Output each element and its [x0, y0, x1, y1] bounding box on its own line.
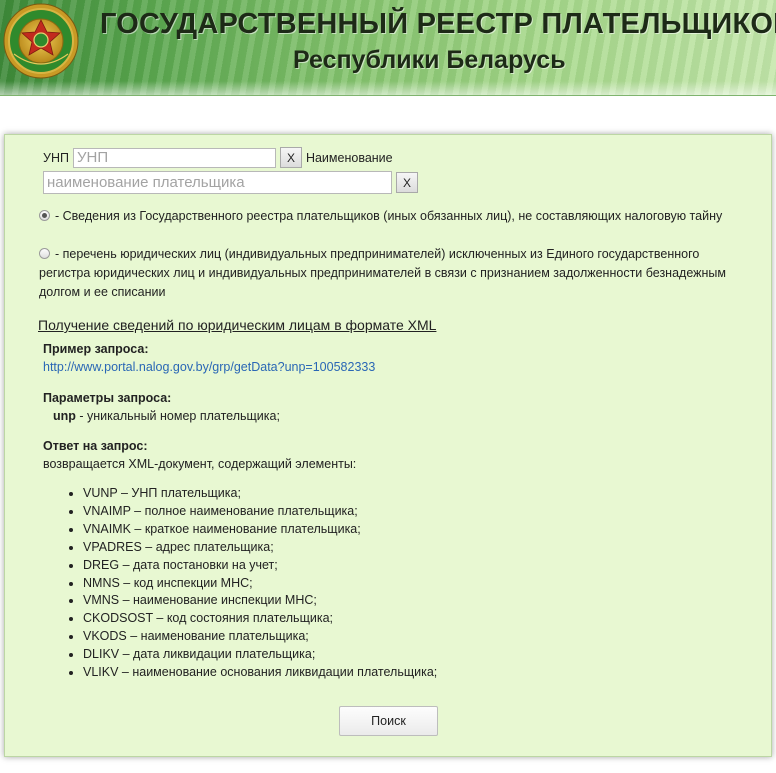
page-title: ГОСУДАРСТВЕННЫЙ РЕЕСТР ПЛАТЕЛЬЩИКОВ	[100, 8, 776, 40]
radio-excluded[interactable]	[39, 248, 50, 259]
list-item: DREG – дата постановки на учет;	[83, 557, 437, 575]
unp-clear-button[interactable]: X	[279, 147, 302, 168]
radio-option-registry[interactable]: - Сведения из Государственного реестра п…	[39, 207, 739, 226]
list-item: VLIKV – наименование основания ликвидаци…	[83, 664, 437, 682]
name-label: Наименование	[305, 150, 393, 165]
unp-label: УНП	[43, 150, 69, 165]
search-panel: УНП X Наименование X - Сведения из Госуд…	[4, 134, 772, 757]
list-item: VMNS – наименование инспекции МНС;	[83, 592, 437, 610]
page-subtitle: Республики Беларусь	[293, 46, 566, 74]
radio-excluded-label: - перечень юридических лиц (индивидуальн…	[39, 247, 726, 299]
response-elements-list: VUNP – УНП плательщика; VNAIMP – полное …	[43, 485, 437, 682]
xml-info-link[interactable]: Получение сведений по юридическим лицам …	[38, 317, 436, 333]
radio-registry-label: - Сведения из Государственного реестра п…	[55, 209, 723, 223]
list-item: VNAIMP – полное наименование плательщика…	[83, 503, 437, 521]
name-clear-button[interactable]: X	[396, 172, 418, 193]
list-item: VUNP – УНП плательщика;	[83, 485, 437, 503]
list-item: CKODSOST – код состояния плательщика;	[83, 610, 437, 628]
list-item: VKODS – наименование плательщика;	[83, 628, 437, 646]
radio-option-excluded[interactable]: - перечень юридических лиц (индивидуальн…	[39, 245, 739, 302]
search-button[interactable]: Поиск	[339, 706, 438, 736]
param-description: - уникальный номер плательщика;	[75, 409, 280, 423]
name-input[interactable]	[43, 171, 392, 194]
radio-registry[interactable]	[39, 210, 50, 221]
unp-input[interactable]	[72, 147, 276, 168]
list-item: VPADRES – адрес плательщика;	[83, 539, 437, 557]
unp-row: УНП X Наименование	[43, 147, 393, 168]
tax-emblem-icon	[3, 3, 79, 79]
response-description: возвращается XML-документ, содержащий эл…	[43, 457, 357, 471]
response-heading: Ответ на запрос:	[43, 439, 148, 453]
param-name: unp	[53, 409, 76, 423]
list-item: VNAIMK – краткое наименование плательщик…	[83, 521, 437, 539]
name-row: X	[43, 171, 418, 194]
example-url[interactable]: http://www.portal.nalog.gov.by/grp/getDa…	[43, 360, 375, 374]
response-section: Ответ на запрос: возвращается XML-докуме…	[43, 437, 356, 473]
list-item: NMNS – код инспекции МНС;	[83, 575, 437, 593]
example-section: Пример запроса: http://www.portal.nalog.…	[43, 340, 375, 376]
header-banner: ГОСУДАРСТВЕННЫЙ РЕЕСТР ПЛАТЕЛЬЩИКОВ Респ…	[0, 0, 776, 96]
list-item: DLIKV – дата ликвидации плательщика;	[83, 646, 437, 664]
params-heading: Параметры запроса:	[43, 391, 172, 405]
params-section: Параметры запроса: unp - уникальный номе…	[43, 389, 280, 425]
example-heading: Пример запроса:	[43, 342, 149, 356]
